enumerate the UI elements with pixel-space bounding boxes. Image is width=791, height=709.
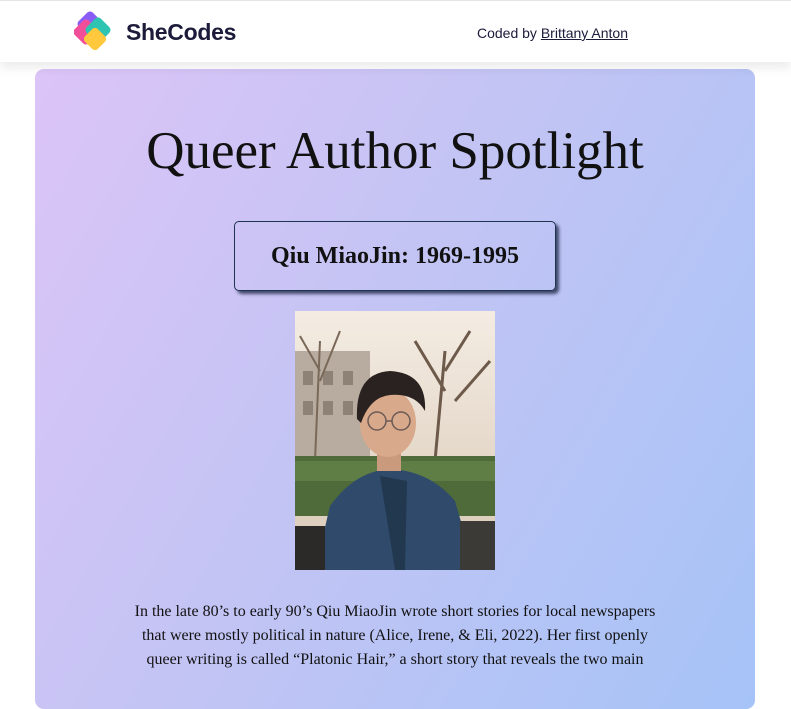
credit-line: Coded by Brittany Anton [477, 25, 628, 41]
brand-name: SheCodes [126, 18, 237, 45]
site-header: SheCodes Coded by Brittany Anton [0, 0, 791, 62]
credit-prefix: Coded by [477, 25, 537, 41]
spotlight-card: Queer Author Spotlight Qiu MiaoJin: 1969… [35, 69, 755, 709]
author-bio: In the late 80’s to early 90’s Qiu MiaoJ… [134, 603, 656, 668]
author-link[interactable]: Brittany Anton [541, 25, 628, 41]
shecodes-logo[interactable]: SheCodes [74, 10, 236, 54]
author-portrait-image [295, 311, 495, 570]
author-heading-box: Qiu MiaoJin: 1969-1995 [234, 221, 556, 291]
author-heading: Qiu MiaoJin: 1969-1995 [270, 242, 519, 269]
page-title: Queer Author Spotlight [146, 122, 644, 180]
shecodes-logo-icon [74, 11, 111, 51]
author-photo [295, 311, 495, 570]
